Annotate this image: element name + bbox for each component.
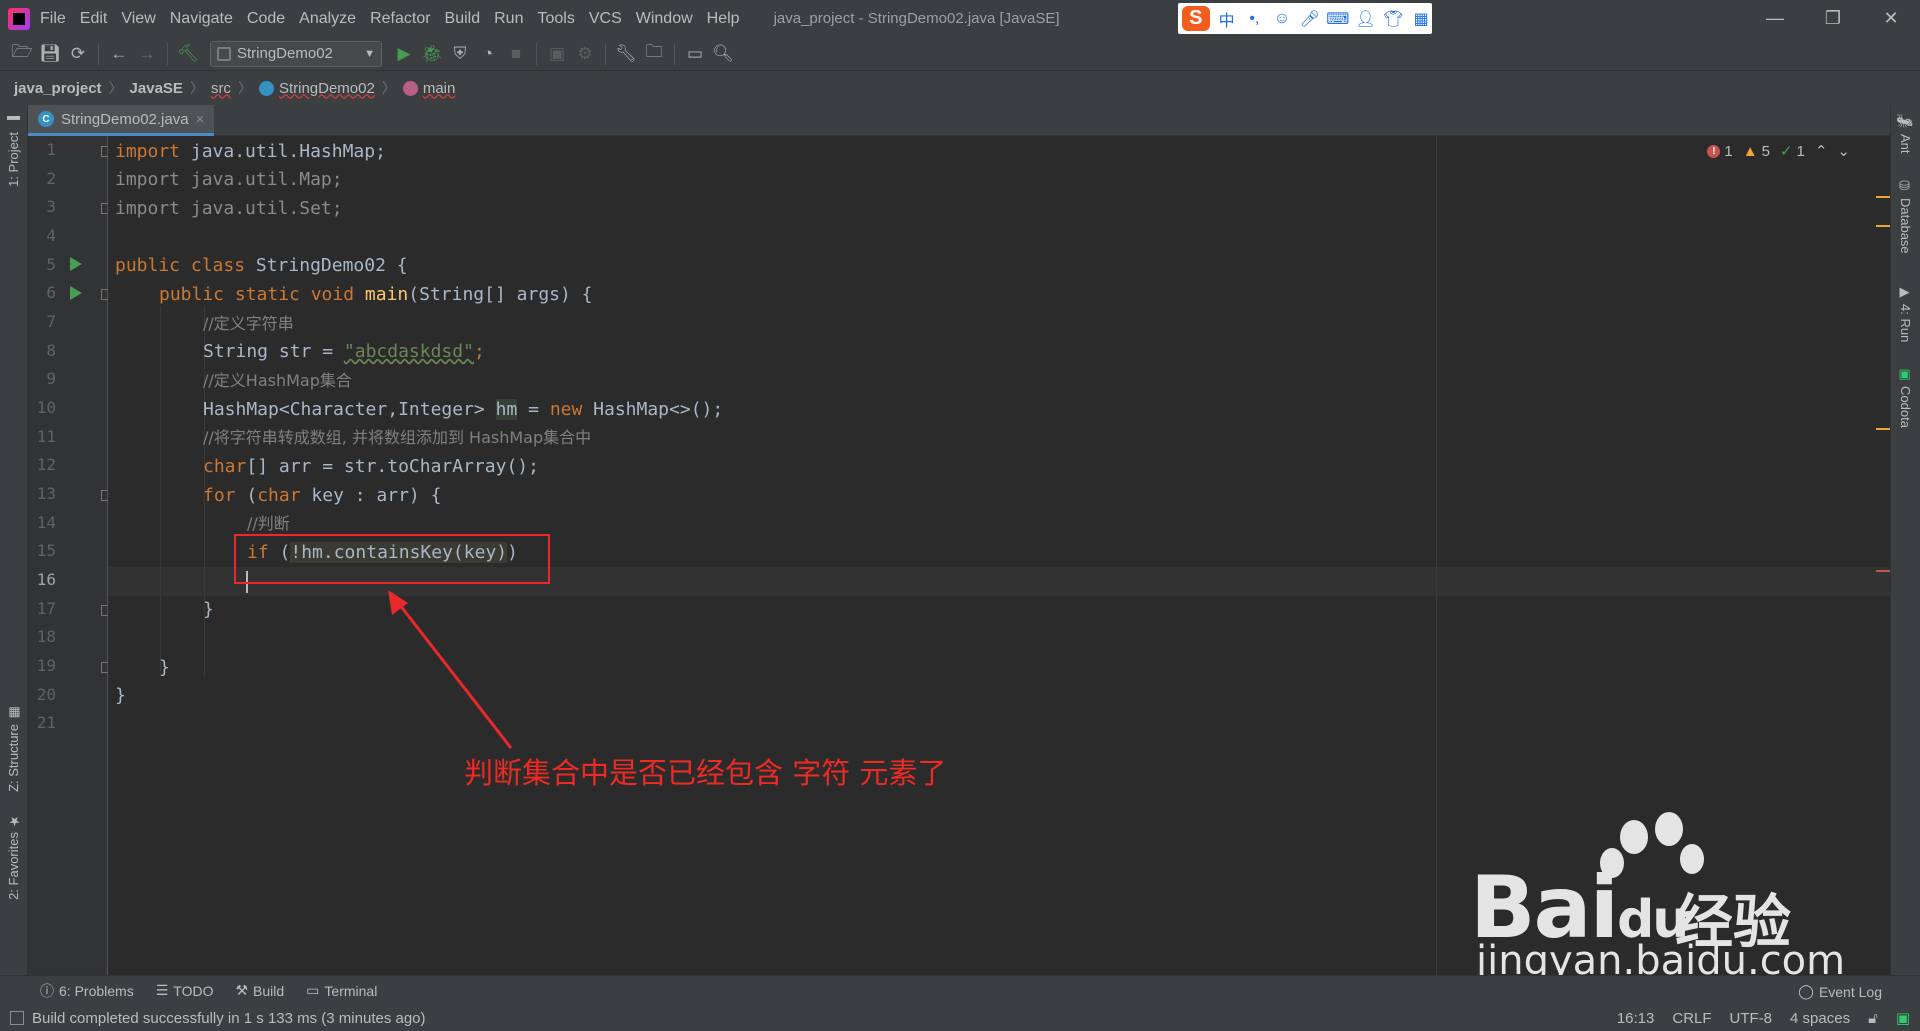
status-bar: Build completed successfully in 1 s 133 … (0, 1005, 1920, 1031)
file-encoding[interactable]: UTF-8 (1730, 1010, 1773, 1027)
lock-icon[interactable]: 🔓︎ (1868, 1010, 1878, 1027)
caret-position[interactable]: 16:13 (1617, 1010, 1655, 1027)
todo-tab[interactable]: ☰ TODO (156, 982, 214, 999)
build-tab[interactable]: ⚒ Build (235, 982, 284, 999)
ide-window: File Edit View Navigate Code Analyze Ref… (0, 0, 1920, 1031)
paw-icon (1655, 812, 1683, 846)
event-log-label: Event Log (1818, 983, 1882, 1000)
todo-tab-label: TODO (173, 982, 214, 999)
problems-tab[interactable]: ⓘ 6: Problems (40, 981, 134, 1001)
terminal-tab-label: Terminal (324, 982, 378, 999)
build-tab-label: Build (253, 982, 285, 999)
terminal-tab[interactable]: ▭ Terminal (306, 982, 377, 999)
event-log-icon: ◯ (1798, 983, 1814, 999)
paw-icon (1620, 820, 1648, 854)
indent-setting[interactable]: 4 spaces (1790, 1010, 1850, 1027)
line-separator[interactable]: CRLF (1672, 1010, 1711, 1027)
status-message[interactable]: Build completed successfully in 1 s 133 … (32, 1010, 426, 1027)
list-icon: ☰ (155, 982, 169, 998)
status-right-group: 16:13 CRLF UTF-8 4 spaces 🔓︎ ▣ (1617, 1005, 1910, 1031)
event-log-tab[interactable]: ◯ Event Log (1798, 983, 1882, 1000)
codota-status-icon[interactable]: ▣ (1896, 1009, 1910, 1027)
terminal-icon: ▭ (306, 982, 320, 998)
tool-window-bar: ⓘ 6: Problems ☰ TODO ⚒ Build ▭ Terminal ◯ Eve… (0, 975, 1920, 1005)
annotation-text: 判断集合中是否已经包含 字符 元素了 (464, 756, 947, 790)
problems-icon: ⓘ (40, 982, 54, 999)
tool-windows-toggle-icon[interactable] (10, 1011, 24, 1025)
hammer-icon: ⚒ (235, 982, 249, 998)
problems-tab-label: 6: Problems (59, 982, 134, 999)
baidu-jingyan-watermark: Baidu 经验 jingyan.baidu.com (1470, 812, 1845, 984)
